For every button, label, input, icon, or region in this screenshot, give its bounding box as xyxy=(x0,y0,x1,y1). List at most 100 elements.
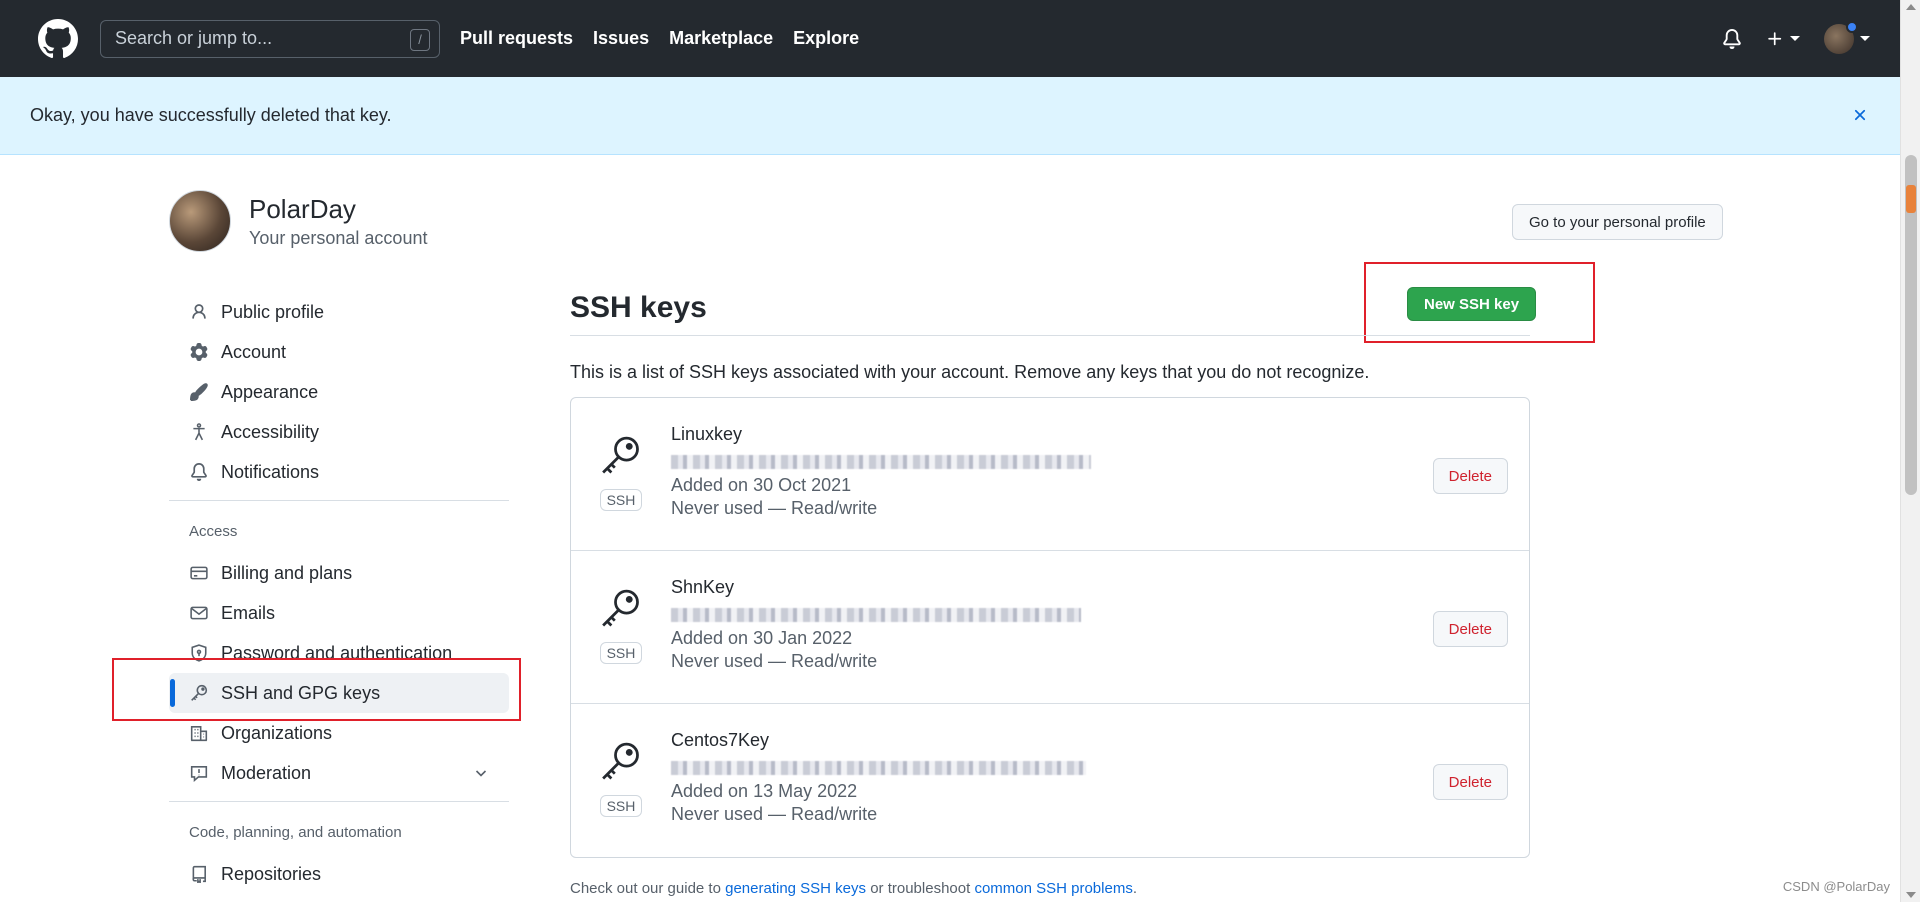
key-type-badge: SSH xyxy=(599,642,643,664)
sidebar-item-label: Notifications xyxy=(221,461,320,482)
page-scrollbar[interactable] xyxy=(1900,0,1920,902)
sidebar-heading-code: Code, planning, and automation xyxy=(189,823,402,841)
nav-explore[interactable]: Explore xyxy=(793,28,859,49)
sidebar-item-label: Appearance xyxy=(221,381,319,402)
delete-key-button[interactable]: Delete xyxy=(1432,611,1508,647)
sidebar-item-repositories[interactable]: Repositories xyxy=(169,854,509,894)
person-icon xyxy=(189,302,209,322)
repo-icon xyxy=(189,864,209,884)
credit-card-icon xyxy=(189,563,209,583)
scroll-down-arrow-icon[interactable] xyxy=(1906,892,1916,898)
sidebar-item-label: Public profile xyxy=(221,301,325,322)
search-placeholder: Search or jump to... xyxy=(115,28,273,48)
scrollbar-marker xyxy=(1906,185,1916,213)
key-icon xyxy=(599,587,643,636)
search-input[interactable]: Search or jump to... / xyxy=(100,19,440,58)
settings-sidebar: Public profile Account Appearance Access… xyxy=(169,292,509,894)
list-item: SSH Centos7Key Added on 13 May 2022 Neve… xyxy=(571,704,1529,857)
bell-icon xyxy=(189,462,209,482)
list-item: SSH ShnKey Added on 30 Jan 2022 Never us… xyxy=(571,551,1529,704)
go-to-profile-button[interactable]: Go to your personal profile xyxy=(1512,204,1723,240)
sidebar-item-label: Organizations xyxy=(221,722,333,743)
create-new-dropdown[interactable] xyxy=(1766,30,1800,48)
sidebar-item-public-profile[interactable]: Public profile xyxy=(169,292,509,332)
sidebar-item-label: Accessibility xyxy=(221,421,320,442)
caret-down-icon xyxy=(1860,36,1870,41)
flash-message: Okay, you have successfully deleted that… xyxy=(30,105,392,125)
help-note: Check out our guide to generating SSH ke… xyxy=(570,880,1530,897)
key-usage: Never used — Read/write xyxy=(671,651,878,671)
account-name[interactable]: PolarDay xyxy=(249,194,427,225)
caret-down-icon xyxy=(1790,36,1800,41)
key-added-date: Added on 30 Oct 2021 xyxy=(671,475,852,495)
sidebar-item-label: Repositories xyxy=(221,863,322,884)
page-description: This is a list of SSH keys associated wi… xyxy=(570,362,1370,382)
help-note-suffix: . xyxy=(1132,880,1137,897)
close-icon[interactable] xyxy=(1850,105,1870,125)
key-added-date: Added on 30 Jan 2022 xyxy=(671,628,853,648)
chevron-down-icon[interactable] xyxy=(473,765,489,786)
plus-icon xyxy=(1768,31,1782,45)
accessibility-icon xyxy=(189,422,209,442)
nav-marketplace[interactable]: Marketplace xyxy=(669,28,773,49)
key-type-badge: SSH xyxy=(599,489,643,511)
bell-icon[interactable] xyxy=(1722,28,1742,49)
sidebar-item-moderation[interactable]: Moderation xyxy=(169,753,509,793)
sidebar-item-billing[interactable]: Billing and plans xyxy=(169,553,509,593)
sidebar-item-accessibility[interactable]: Accessibility xyxy=(169,412,509,452)
key-title: ShnKey xyxy=(671,577,735,597)
sidebar-item-emails[interactable]: Emails xyxy=(169,593,509,633)
nav-pull-requests[interactable]: Pull requests xyxy=(460,28,573,49)
nav-issues[interactable]: Issues xyxy=(593,28,649,49)
ssh-keys-panel: SSH keys This is a list of SSH keys asso… xyxy=(570,280,1530,897)
account-subtitle: Your personal account xyxy=(249,227,428,248)
key-fingerprint-redacted xyxy=(671,455,1091,469)
common-ssh-problems-link[interactable]: common SSH problems xyxy=(974,880,1132,897)
new-ssh-key-button[interactable]: New SSH key xyxy=(1407,287,1537,321)
status-dot xyxy=(1846,20,1858,33)
sidebar-divider xyxy=(169,801,509,802)
delete-key-button[interactable]: Delete xyxy=(1432,764,1508,800)
highlight-box-sidebar xyxy=(112,658,521,721)
key-usage: Never used — Read/write xyxy=(671,498,878,518)
sidebar-item-notifications[interactable]: Notifications xyxy=(169,452,509,492)
key-icon xyxy=(599,434,643,483)
mail-icon xyxy=(189,603,209,623)
key-usage: Never used — Read/write xyxy=(671,804,878,824)
header-actions xyxy=(1698,0,1870,77)
key-type-badge: SSH xyxy=(599,795,643,817)
generating-ssh-keys-link[interactable]: generating SSH keys xyxy=(725,880,866,897)
slash-shortcut-hint: / xyxy=(410,28,430,51)
key-icon xyxy=(599,740,643,789)
sidebar-item-account[interactable]: Account xyxy=(169,332,509,372)
sidebar-item-appearance[interactable]: Appearance xyxy=(169,372,509,412)
list-item: SSH Linuxkey Added on 30 Oct 2021 Never … xyxy=(571,398,1529,551)
report-icon xyxy=(189,763,209,783)
sidebar-item-label: Moderation xyxy=(221,762,312,783)
avatar xyxy=(1824,20,1858,54)
organization-icon xyxy=(189,723,209,743)
flash-banner: Okay, you have successfully deleted that… xyxy=(0,77,1900,155)
watermark: CSDN @PolarDay xyxy=(1782,879,1890,894)
key-fingerprint-redacted xyxy=(671,608,1081,622)
key-fingerprint-redacted xyxy=(671,761,1086,775)
sidebar-item-label: Billing and plans xyxy=(221,562,353,583)
avatar xyxy=(169,190,231,252)
paintbrush-icon xyxy=(189,382,209,402)
key-title: Centos7Key xyxy=(671,730,770,750)
help-note-prefix: Check out our guide to xyxy=(570,880,726,897)
key-added-date: Added on 13 May 2022 xyxy=(671,781,858,801)
account-header: PolarDay Your personal account xyxy=(169,190,427,252)
key-title: Linuxkey xyxy=(671,424,743,444)
sidebar-divider xyxy=(169,500,509,501)
github-logo-icon[interactable] xyxy=(36,17,80,61)
sidebar-item-label: Emails xyxy=(221,602,276,623)
scroll-up-arrow-icon[interactable] xyxy=(1906,4,1916,10)
top-header: Search or jump to... / Pull requests Iss… xyxy=(0,0,1900,77)
ssh-key-list: SSH Linuxkey Added on 30 Oct 2021 Never … xyxy=(570,397,1530,858)
sidebar-item-label: Account xyxy=(221,341,287,362)
top-nav: Pull requests Issues Marketplace Explore xyxy=(460,28,879,49)
delete-key-button[interactable]: Delete xyxy=(1432,458,1508,494)
user-menu-dropdown[interactable] xyxy=(1824,20,1870,54)
page-title: SSH keys xyxy=(570,280,1530,336)
